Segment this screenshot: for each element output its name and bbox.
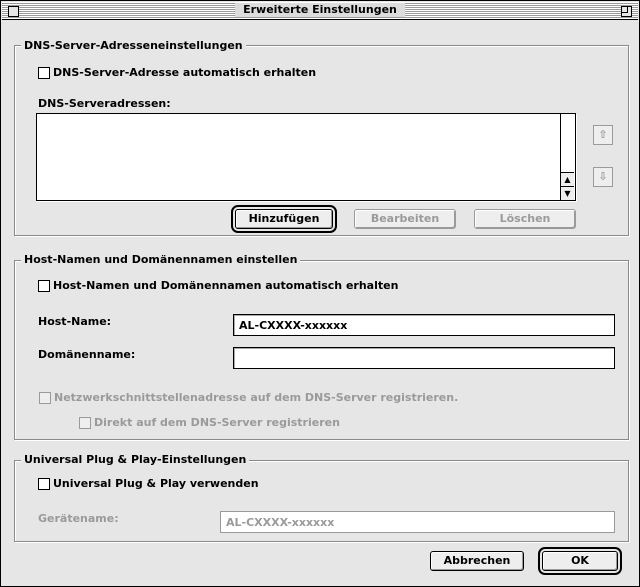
move-up-icon[interactable]: ⇧ xyxy=(593,125,613,145)
dns-auto-label[interactable]: DNS-Server-Adresse automatisch erhalten xyxy=(53,66,316,79)
scroll-up-arrow-icon[interactable]: ▲ xyxy=(561,172,574,186)
window-title: Erweiterte Einstellungen xyxy=(235,3,405,17)
close-box-icon[interactable] xyxy=(8,6,19,17)
upnp-group-title: Universal Plug & Play-Einstellungen xyxy=(21,453,250,466)
register-label[interactable]: Netzwerkschnittstellenadresse auf dem DN… xyxy=(54,391,458,404)
register-checkbox[interactable] xyxy=(39,392,51,404)
direct-register-checkbox[interactable] xyxy=(79,417,91,429)
cancel-button[interactable]: Abbrechen xyxy=(430,551,524,571)
dns-auto-checkbox[interactable] xyxy=(38,67,50,79)
direct-register-label[interactable]: Direkt auf dem DNS-Server registrieren xyxy=(94,416,340,429)
add-button[interactable]: Hinzufügen xyxy=(231,205,337,233)
dns-list-scrollbar[interactable]: ▲ ▼ xyxy=(560,114,575,200)
scroll-down-arrow-icon[interactable]: ▼ xyxy=(561,186,574,200)
zoom-box-icon[interactable] xyxy=(621,6,632,17)
edit-button[interactable]: Bearbeiten xyxy=(354,209,456,229)
host-auto-checkbox[interactable] xyxy=(38,280,50,292)
domain-label: Domänenname: xyxy=(38,348,136,361)
dns-list-label: DNS-Serveradressen: xyxy=(38,97,171,110)
hostname-label: Host-Name: xyxy=(38,315,112,328)
dns-address-list[interactable]: ▲ ▼ xyxy=(36,113,576,201)
ok-button[interactable]: OK xyxy=(538,547,622,575)
host-group-title: Host-Namen und Domänennamen einstellen xyxy=(21,253,301,266)
delete-button[interactable]: Löschen xyxy=(474,209,576,229)
host-auto-label[interactable]: Host-Namen und Domänennamen automatisch … xyxy=(53,279,398,292)
move-down-icon[interactable]: ⇩ xyxy=(593,167,613,187)
dns-group-title: DNS-Server-Adresseneinstellungen xyxy=(21,39,246,52)
title-bar[interactable]: Erweiterte Einstellungen xyxy=(2,2,638,20)
device-name-label: Gerätename: xyxy=(38,512,119,525)
upnp-use-label[interactable]: Universal Plug & Play verwenden xyxy=(53,477,259,490)
device-name-field[interactable]: AL-CXXXX-xxxxxx xyxy=(220,511,615,533)
hostname-field[interactable]: AL-CXXXX-xxxxxx xyxy=(233,314,615,336)
upnp-use-checkbox[interactable] xyxy=(38,478,50,490)
dialog-window: Erweiterte Einstellungen DNS-Server-Adre… xyxy=(0,0,640,587)
domain-field[interactable] xyxy=(233,347,615,369)
